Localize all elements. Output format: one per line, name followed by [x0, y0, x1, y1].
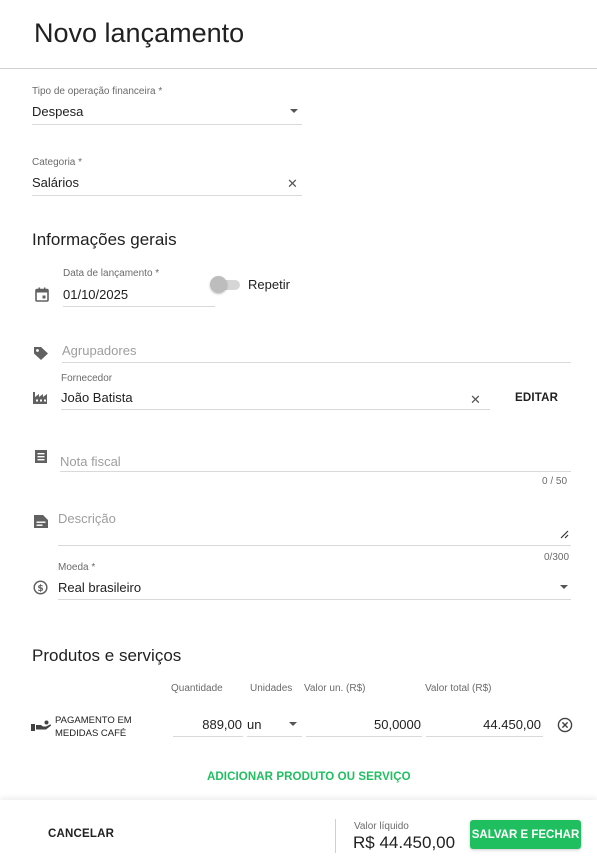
operation-value: Despesa: [32, 104, 84, 119]
operation-label: Tipo de operação financeira *: [32, 86, 163, 97]
currency-underline: [58, 599, 571, 600]
clear-icon[interactable]: ✕: [287, 177, 298, 190]
category-value: Salários: [32, 175, 79, 190]
currency-select[interactable]: Moeda * Real brasileiro: [58, 562, 571, 601]
tags-underline: [62, 362, 571, 363]
tag-icon: [33, 346, 49, 361]
dropdown-caret-icon: [289, 722, 297, 726]
quantity-input[interactable]: 889,00: [173, 710, 243, 737]
column-header-units: Unidades: [250, 683, 293, 694]
invoice-field[interactable]: Nota fiscal: [60, 451, 571, 473]
cancel-button[interactable]: CANCELAR: [48, 828, 114, 840]
description-underline: [58, 545, 571, 546]
header-divider: [0, 68, 597, 69]
factory-icon: [32, 389, 49, 405]
dropdown-caret-icon: [560, 585, 568, 589]
column-header-unit-value: Valor un. (R$): [304, 683, 366, 694]
category-underline: [32, 195, 302, 196]
page-title: Novo lançamento: [34, 18, 245, 48]
description-placeholder: Descrição: [58, 511, 116, 526]
date-underline: [63, 306, 215, 307]
unit-value-amount: 50,0000: [374, 717, 421, 732]
column-header-quantity: Quantidade: [171, 683, 223, 694]
invoice-counter: 0 / 50: [542, 476, 568, 487]
quantity-value: 889,00: [202, 717, 242, 732]
supplier-field[interactable]: Fornecedor João Batista ✕: [61, 373, 490, 411]
footer-bar: CANCELAR Valor líquido R$ 44.450,00 SALV…: [0, 800, 597, 863]
tags-field[interactable]: Agrupadores: [62, 340, 571, 364]
toggle-knob: [210, 276, 227, 293]
total-value-input[interactable]: 44.450,00: [426, 710, 543, 737]
calendar-icon: [35, 287, 49, 302]
description-textarea[interactable]: Descrição: [58, 508, 571, 548]
repeat-toggle[interactable]: [210, 276, 242, 294]
product-name-line2: MEDIDAS CAFÉ: [55, 728, 127, 739]
supplier-underline: [61, 409, 490, 410]
operation-underline: [32, 124, 302, 125]
edit-supplier-button[interactable]: EDITAR: [515, 392, 558, 404]
column-header-total-value: Valor total (R$): [425, 683, 492, 694]
dropdown-caret-icon: [290, 109, 298, 113]
remove-circle-icon[interactable]: [557, 717, 573, 733]
operation-select[interactable]: Tipo de operação financeira * Despesa: [32, 86, 302, 126]
footer-divider: [335, 819, 336, 853]
general-section-heading: Informações gerais: [32, 230, 177, 249]
currency-icon: $: [33, 580, 48, 595]
svg-text:$: $: [37, 584, 43, 594]
unit-value-input[interactable]: 50,0000: [306, 710, 422, 737]
add-product-button[interactable]: ADICIONAR PRODUTO OU SERVIÇO: [207, 771, 411, 783]
product-name-line1: PAGAMENTO EM: [55, 715, 132, 726]
net-value-label: Valor líquido: [354, 821, 409, 832]
date-label: Data de lançamento *: [63, 268, 160, 279]
unit-value-underline: [306, 736, 422, 737]
currency-value: Real brasileiro: [58, 580, 142, 595]
receipt-icon: [34, 449, 48, 464]
product-name: PAGAMENTO EM MEDIDAS CAFÉ: [55, 714, 132, 740]
repeat-label: Repetir: [248, 277, 290, 292]
description-icon: [33, 514, 49, 529]
quantity-underline: [173, 736, 243, 737]
total-value-amount: 44.450,00: [483, 717, 541, 732]
category-label: Categoria *: [32, 157, 83, 168]
invoice-placeholder: Nota fiscal: [60, 454, 121, 469]
date-field[interactable]: Data de lançamento * 01/10/2025: [63, 268, 215, 308]
save-and-close-button[interactable]: SALVAR E FECHAR: [470, 820, 581, 849]
supplier-label: Fornecedor: [61, 373, 113, 384]
net-value: R$ 44.450,00: [353, 833, 456, 852]
products-section-heading: Produtos e serviços: [32, 646, 182, 665]
unit-underline: [247, 736, 302, 737]
table-row: PAGAMENTO EM MEDIDAS CAFÉ 889,00 un 50,0…: [30, 710, 580, 744]
currency-label: Moeda *: [58, 562, 96, 573]
clear-icon[interactable]: ✕: [470, 393, 481, 406]
hand-coin-icon: [30, 720, 52, 732]
resize-icon[interactable]: [560, 530, 569, 539]
tags-placeholder: Agrupadores: [62, 343, 137, 358]
invoice-underline: [60, 471, 571, 472]
supplier-value: João Batista: [61, 390, 133, 405]
category-field[interactable]: Categoria * Salários ✕: [32, 157, 302, 197]
unit-value: un: [247, 717, 262, 732]
total-value-underline: [426, 736, 543, 737]
date-value: 01/10/2025: [63, 287, 129, 302]
unit-select[interactable]: un: [247, 710, 302, 737]
